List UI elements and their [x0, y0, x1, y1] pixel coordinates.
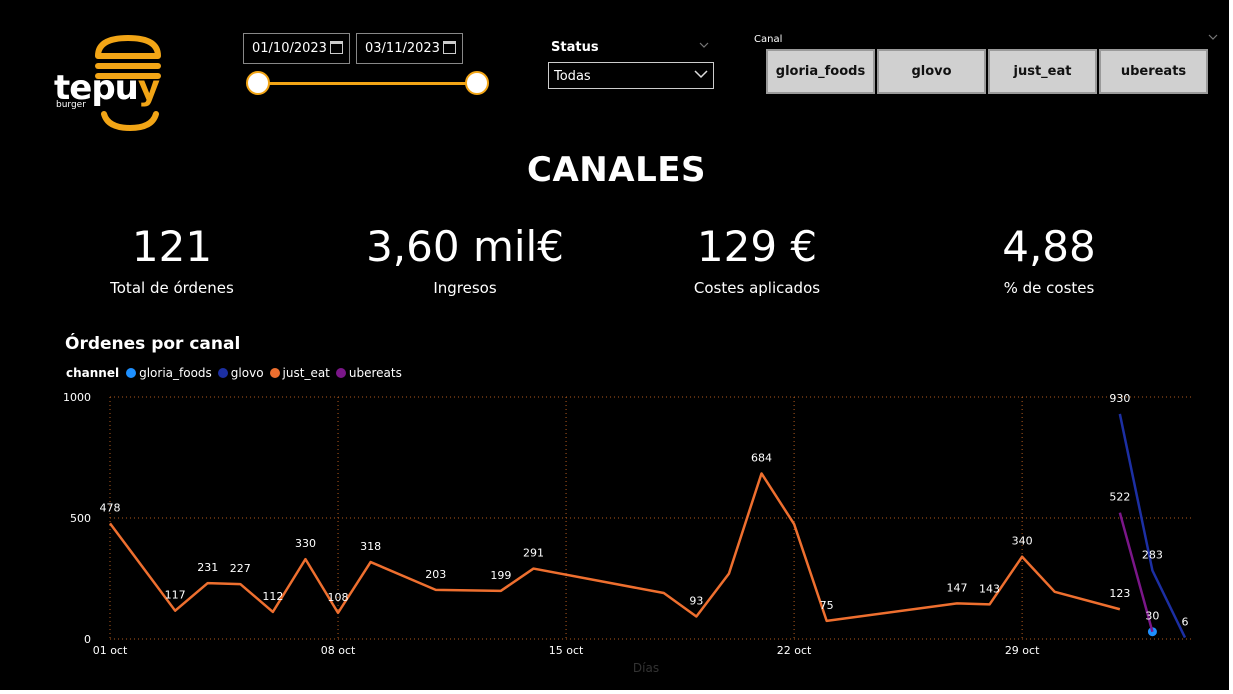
kpi-revenue-label: Ingresos — [433, 279, 497, 297]
chevron-down-icon[interactable] — [699, 40, 709, 50]
start-date-input[interactable]: 01/10/2023 — [243, 33, 350, 64]
legend-label: just_eat — [282, 366, 330, 380]
status-dropdown[interactable]: Todas — [548, 62, 714, 89]
start-date-value: 01/10/2023 — [252, 41, 327, 56]
logo-subtitle: burger — [56, 100, 86, 110]
status-filter-title: Status — [551, 40, 599, 55]
calendar-icon[interactable] — [330, 41, 343, 54]
legend-label: gloria_foods — [139, 366, 212, 380]
chevron-down-icon — [694, 70, 708, 79]
kpi-total-orders-label: Total de órdenes — [110, 279, 234, 297]
bottom-border — [0, 690, 1233, 694]
canal-filter-title: Canal — [754, 34, 783, 45]
page-title: CANALES — [527, 150, 706, 190]
legend-title: channel — [66, 366, 120, 380]
kpi-total-orders-value: 121 — [131, 222, 213, 271]
date-range-start-handle[interactable] — [246, 71, 270, 95]
kpi-cost-percent-value: 4,88 — [1002, 222, 1096, 271]
status-selected-value: Todas — [554, 69, 591, 84]
end-date-input[interactable]: 03/11/2023 — [356, 33, 463, 64]
chart-legend: channel gloria_foods glovo just_eat uber… — [66, 366, 408, 380]
canal-button-glovo[interactable]: glovo — [877, 49, 986, 94]
kpi-cost-percent-label: % de costes — [1003, 279, 1095, 297]
right-border — [1229, 0, 1233, 694]
legend-item-ubereats[interactable]: ubereats — [335, 366, 402, 380]
date-range-slider-track[interactable] — [258, 82, 477, 85]
tepuy-burger-logo: tepuy burger — [48, 34, 166, 132]
kpi-revenue-value: 3,60 mil€ — [366, 222, 564, 271]
legend-item-just-eat[interactable]: just_eat — [269, 366, 330, 380]
legend-item-glovo[interactable]: glovo — [217, 366, 264, 380]
legend-dot — [335, 368, 346, 378]
chart-title: Órdenes por canal — [65, 334, 241, 354]
kpi-costs-value: 129 € — [696, 222, 818, 271]
date-range-end-handle[interactable] — [465, 71, 489, 95]
canal-button-just-eat[interactable]: just_eat — [988, 49, 1097, 94]
legend-item-gloria-foods[interactable]: gloria_foods — [126, 366, 212, 380]
calendar-icon[interactable] — [443, 41, 456, 54]
kpi-costs-label: Costes aplicados — [693, 279, 821, 297]
legend-dot — [126, 368, 137, 378]
legend-dot — [269, 368, 280, 378]
legend-label: ubereats — [348, 366, 402, 380]
legend-label: glovo — [230, 366, 264, 380]
canal-button-ubereats[interactable]: ubereats — [1099, 49, 1208, 94]
legend-dot — [217, 368, 228, 378]
canal-button-gloria-foods[interactable]: gloria_foods — [766, 49, 875, 94]
chevron-down-icon[interactable] — [1208, 32, 1218, 42]
end-date-value: 03/11/2023 — [365, 41, 440, 56]
